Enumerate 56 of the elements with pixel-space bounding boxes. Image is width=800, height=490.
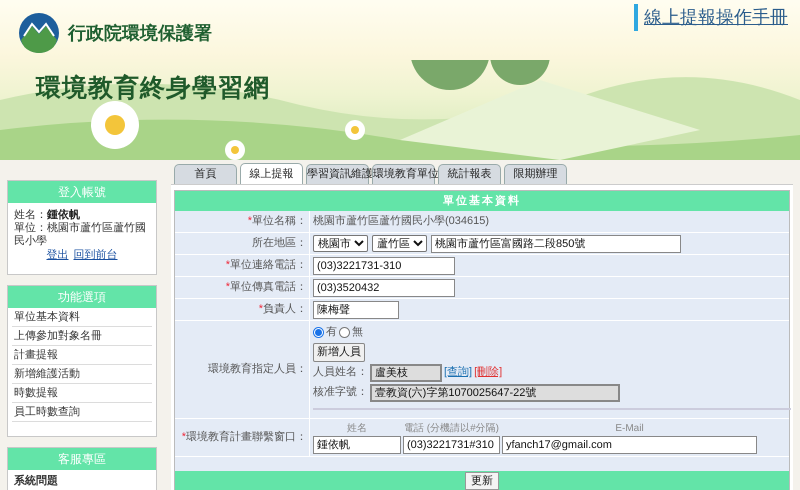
nav-tab[interactable]: 限期辦理 <box>504 164 567 184</box>
nav-tab[interactable]: 線上提報 <box>240 163 303 184</box>
login-link[interactable]: 回到前台 <box>74 249 118 262</box>
column-header: E-Mail <box>614 422 645 436</box>
login-link[interactable]: 登出 <box>46 249 68 262</box>
panel-title: 功能選項 <box>8 286 156 308</box>
field-value: 桃園市蘆竹區蘆竹國民小學(034615) <box>313 214 490 230</box>
field-label: *負責人： <box>258 302 307 318</box>
menu-item[interactable]: 單位基本資料 <box>12 308 152 327</box>
address-field[interactable]: 桃園市蘆竹區富國路二段850號 <box>431 234 681 252</box>
nav-tab[interactable]: 首頁 <box>174 164 237 184</box>
menu-item[interactable]: 時數提報 <box>12 384 152 403</box>
panel-title: 客服專區 <box>8 448 156 470</box>
form-title: 單位基本資料 <box>175 191 789 211</box>
column-header: 電話 (分機請以#分隔) <box>403 422 500 436</box>
site-title: 環境教育終身學習網 <box>36 72 270 104</box>
radio-label: 有 <box>326 325 337 340</box>
nav-tab[interactable]: 統計報表 <box>438 164 501 184</box>
field-label: *單位連絡電話： <box>226 258 307 274</box>
radio-button[interactable] <box>313 326 324 338</box>
menu-item[interactable]: 上傳參加對象名冊 <box>12 327 152 346</box>
field-label: 核准字號： <box>313 384 368 400</box>
menu-item[interactable]: 員工時數查詢 <box>12 403 152 422</box>
user-name: 鍾依帆 <box>47 209 80 221</box>
manual-link[interactable]: 線上提報操作手冊 <box>644 7 788 27</box>
add-person-button[interactable]: 新增人員 <box>313 342 365 362</box>
radio-label: 無 <box>352 325 363 340</box>
menu-item[interactable]: 計畫提報 <box>12 346 152 365</box>
service-heading: 系統問題 <box>14 474 59 489</box>
field-label: *單位名稱： <box>248 214 307 230</box>
readonly-field[interactable]: 盧美枝 <box>370 364 442 382</box>
field-label: *單位傳真電話： <box>226 280 307 296</box>
field-label: *環境教育計畫聯繫窗口： <box>182 430 307 445</box>
mountain-logo-icon <box>18 12 60 54</box>
column-header: 姓名 <box>346 422 368 436</box>
field-label: 人員姓名： <box>313 365 368 380</box>
field-label: 所在地區： <box>252 236 307 252</box>
delete-link[interactable]: [刪除] <box>474 364 502 381</box>
unit-text: 單位：桃園市蘆竹區蘆竹國民小學 <box>14 222 146 247</box>
menu-item[interactable]: 新增維護活動 <box>12 365 152 384</box>
region-dropdown[interactable]: 蘆竹區 <box>372 235 427 252</box>
name-label: 姓名： <box>14 209 47 221</box>
input-field[interactable]: (03)3221731#310 <box>403 436 500 454</box>
input-field[interactable]: 鍾依帆 <box>313 436 401 454</box>
input-field[interactable]: (03)3221731-310 <box>313 256 455 274</box>
radio-button[interactable] <box>339 326 350 338</box>
readonly-field[interactable]: 壹教資(六)字第1070025647-22號 <box>370 384 620 402</box>
field-label: 環境教育指定人員： <box>208 362 307 377</box>
agency-name: 行政院環境保護署 <box>68 22 212 44</box>
update-button[interactable]: 更新 <box>465 472 499 490</box>
input-field[interactable]: yfanch17@gmail.com <box>502 436 757 454</box>
query-link[interactable]: [查詢] <box>444 364 472 381</box>
input-field[interactable]: 陳梅聲 <box>313 300 399 318</box>
region-dropdown[interactable]: 桃園市 <box>313 235 368 252</box>
panel-title: 登入帳號 <box>8 181 156 203</box>
input-field[interactable]: (03)3520432 <box>313 278 455 296</box>
